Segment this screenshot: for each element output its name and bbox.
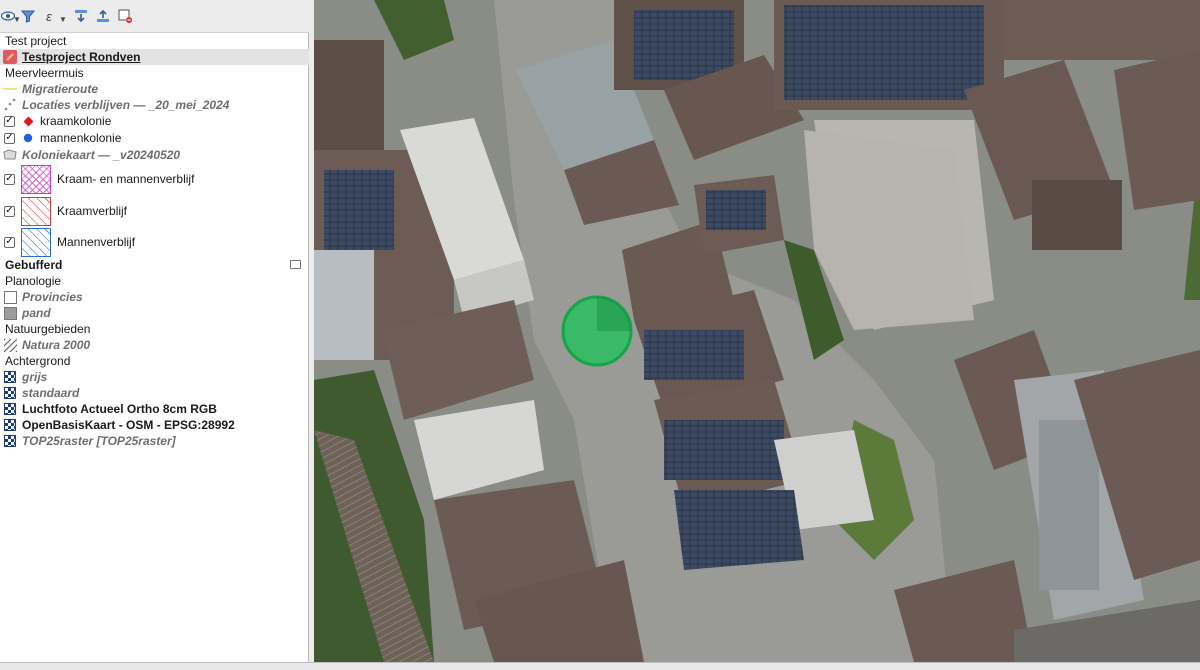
group-natuurgebieden[interactable]: Natuurgebieden (0, 321, 309, 337)
expression-filter-icon[interactable]: ε (41, 8, 57, 24)
category-kraam-mannenverblijf[interactable]: ✓ Kraam- en mannenverblijf (0, 163, 309, 195)
layer-checkbox[interactable]: ✓ (4, 205, 15, 217)
raster-layer-icon (4, 371, 16, 383)
layers-toolbar: ▼ ε ▼ (0, 0, 309, 33)
group-testproject-rondven[interactable]: Testproject Rondven (0, 49, 309, 65)
map-canvas[interactable] (314, 0, 1200, 662)
layer-label: pand (22, 306, 51, 320)
raster-layer-icon (4, 435, 16, 447)
hatched-polygon-icon (3, 338, 17, 352)
layer-label: OpenBasisKaart - OSM - EPSG:28992 (22, 418, 235, 432)
layer-luchtfoto[interactable]: Luchtfoto Actueel Ortho 8cm RGB (0, 401, 309, 417)
layer-properties-icon[interactable] (290, 260, 301, 269)
diamond-marker-icon (21, 114, 35, 128)
category-label: kraamkolonie (40, 114, 112, 128)
layer-label: Natura 2000 (22, 338, 91, 352)
category-label: mannenkolonie (40, 131, 122, 145)
group-label: Meervleermuis (5, 66, 84, 80)
layer-pand[interactable]: pand (0, 305, 309, 321)
group-label: Gebufferd (5, 258, 63, 272)
group-icon (3, 50, 17, 64)
polygon-layer-icon (3, 148, 17, 162)
layer-natura-2000[interactable]: Natura 2000 (0, 337, 309, 353)
panel-resize-handle[interactable] (304, 320, 308, 334)
layer-label: Koloniekaart — _v20240520 (22, 148, 181, 162)
group-achtergrond[interactable]: Achtergrond (0, 353, 309, 369)
red-hatch-symbol-icon (21, 196, 51, 226)
layer-standaard[interactable]: standaard (0, 385, 309, 401)
layers-panel: ▼ ε ▼ Test project Testproject Rondven M… (0, 0, 309, 662)
raster-layer-icon (4, 387, 16, 399)
project-label: Test project (5, 34, 67, 48)
expand-all-icon[interactable] (73, 8, 89, 24)
layer-label: Luchtfoto Actueel Ortho 8cm RGB (22, 402, 217, 416)
layer-label: Locaties verblijven — _20_mei_2024 (22, 98, 230, 112)
chevron-down-icon[interactable]: ▼ (59, 11, 67, 27)
layer-label: standaard (22, 386, 80, 400)
group-label: Testproject Rondven (22, 50, 141, 64)
layer-migratieroute[interactable]: Migratieroute (0, 81, 309, 97)
group-label: Planologie (5, 274, 62, 288)
point-layer-icon (3, 98, 17, 112)
layer-checkbox[interactable]: ✓ (4, 115, 15, 127)
group-label: Natuurgebieden (5, 322, 91, 336)
project-root[interactable]: Test project (0, 33, 309, 49)
line-symbol-icon (3, 82, 17, 96)
layer-label: Provincies (22, 290, 83, 304)
layer-label: grijs (22, 370, 48, 384)
raster-layer-icon (4, 403, 16, 415)
status-bar (0, 662, 1200, 670)
layer-checkbox[interactable]: ✓ (4, 236, 15, 248)
category-kraamkolonie[interactable]: ✓ kraamkolonie (0, 113, 309, 129)
filter-icon[interactable] (20, 8, 36, 24)
layer-checkbox[interactable]: ✓ (4, 173, 15, 185)
blue-hatch-symbol-icon (21, 227, 51, 257)
group-gebufferd[interactable]: Gebufferd (0, 257, 309, 273)
category-label: Kraamverblijf (57, 204, 128, 218)
empty-polygon-icon (3, 290, 17, 304)
filled-polygon-icon (3, 306, 17, 320)
group-meervleermuis[interactable]: Meervleermuis (0, 65, 309, 81)
raster-layer-icon (4, 419, 16, 431)
group-planologie[interactable]: Planologie (0, 273, 309, 289)
layer-locaties-verblijven[interactable]: Locaties verblijven — _20_mei_2024 (0, 97, 309, 113)
circle-marker-icon (21, 131, 35, 145)
layer-checkbox[interactable]: ✓ (4, 132, 15, 144)
layer-label: TOP25raster [TOP25raster] (22, 434, 176, 448)
remove-layer-icon[interactable] (117, 8, 133, 24)
group-label: Achtergrond (5, 354, 71, 368)
aerial-photo (314, 0, 1200, 662)
layer-grijs[interactable]: grijs (0, 369, 309, 385)
cross-hatch-symbol-icon (21, 164, 51, 194)
layer-top25raster[interactable]: TOP25raster [TOP25raster] (0, 433, 309, 449)
layer-label: Migratieroute (22, 82, 99, 96)
layer-provincies[interactable]: Provincies (0, 289, 309, 305)
category-mannenverblijf[interactable]: ✓ Mannenverblijf (0, 226, 309, 258)
collapse-all-icon[interactable] (95, 8, 111, 24)
category-label: Mannenverblijf (57, 235, 136, 249)
layer-koloniekaart[interactable]: Koloniekaart — _v20240520 (0, 147, 309, 163)
category-label: Kraam- en mannenverblijf (57, 172, 195, 186)
category-mannenkolonie[interactable]: ✓ mannenkolonie (0, 130, 309, 146)
category-kraamverblijf[interactable]: ✓ Kraamverblijf (0, 195, 309, 227)
layer-openbasiskaart[interactable]: OpenBasisKaart - OSM - EPSG:28992 (0, 417, 309, 433)
